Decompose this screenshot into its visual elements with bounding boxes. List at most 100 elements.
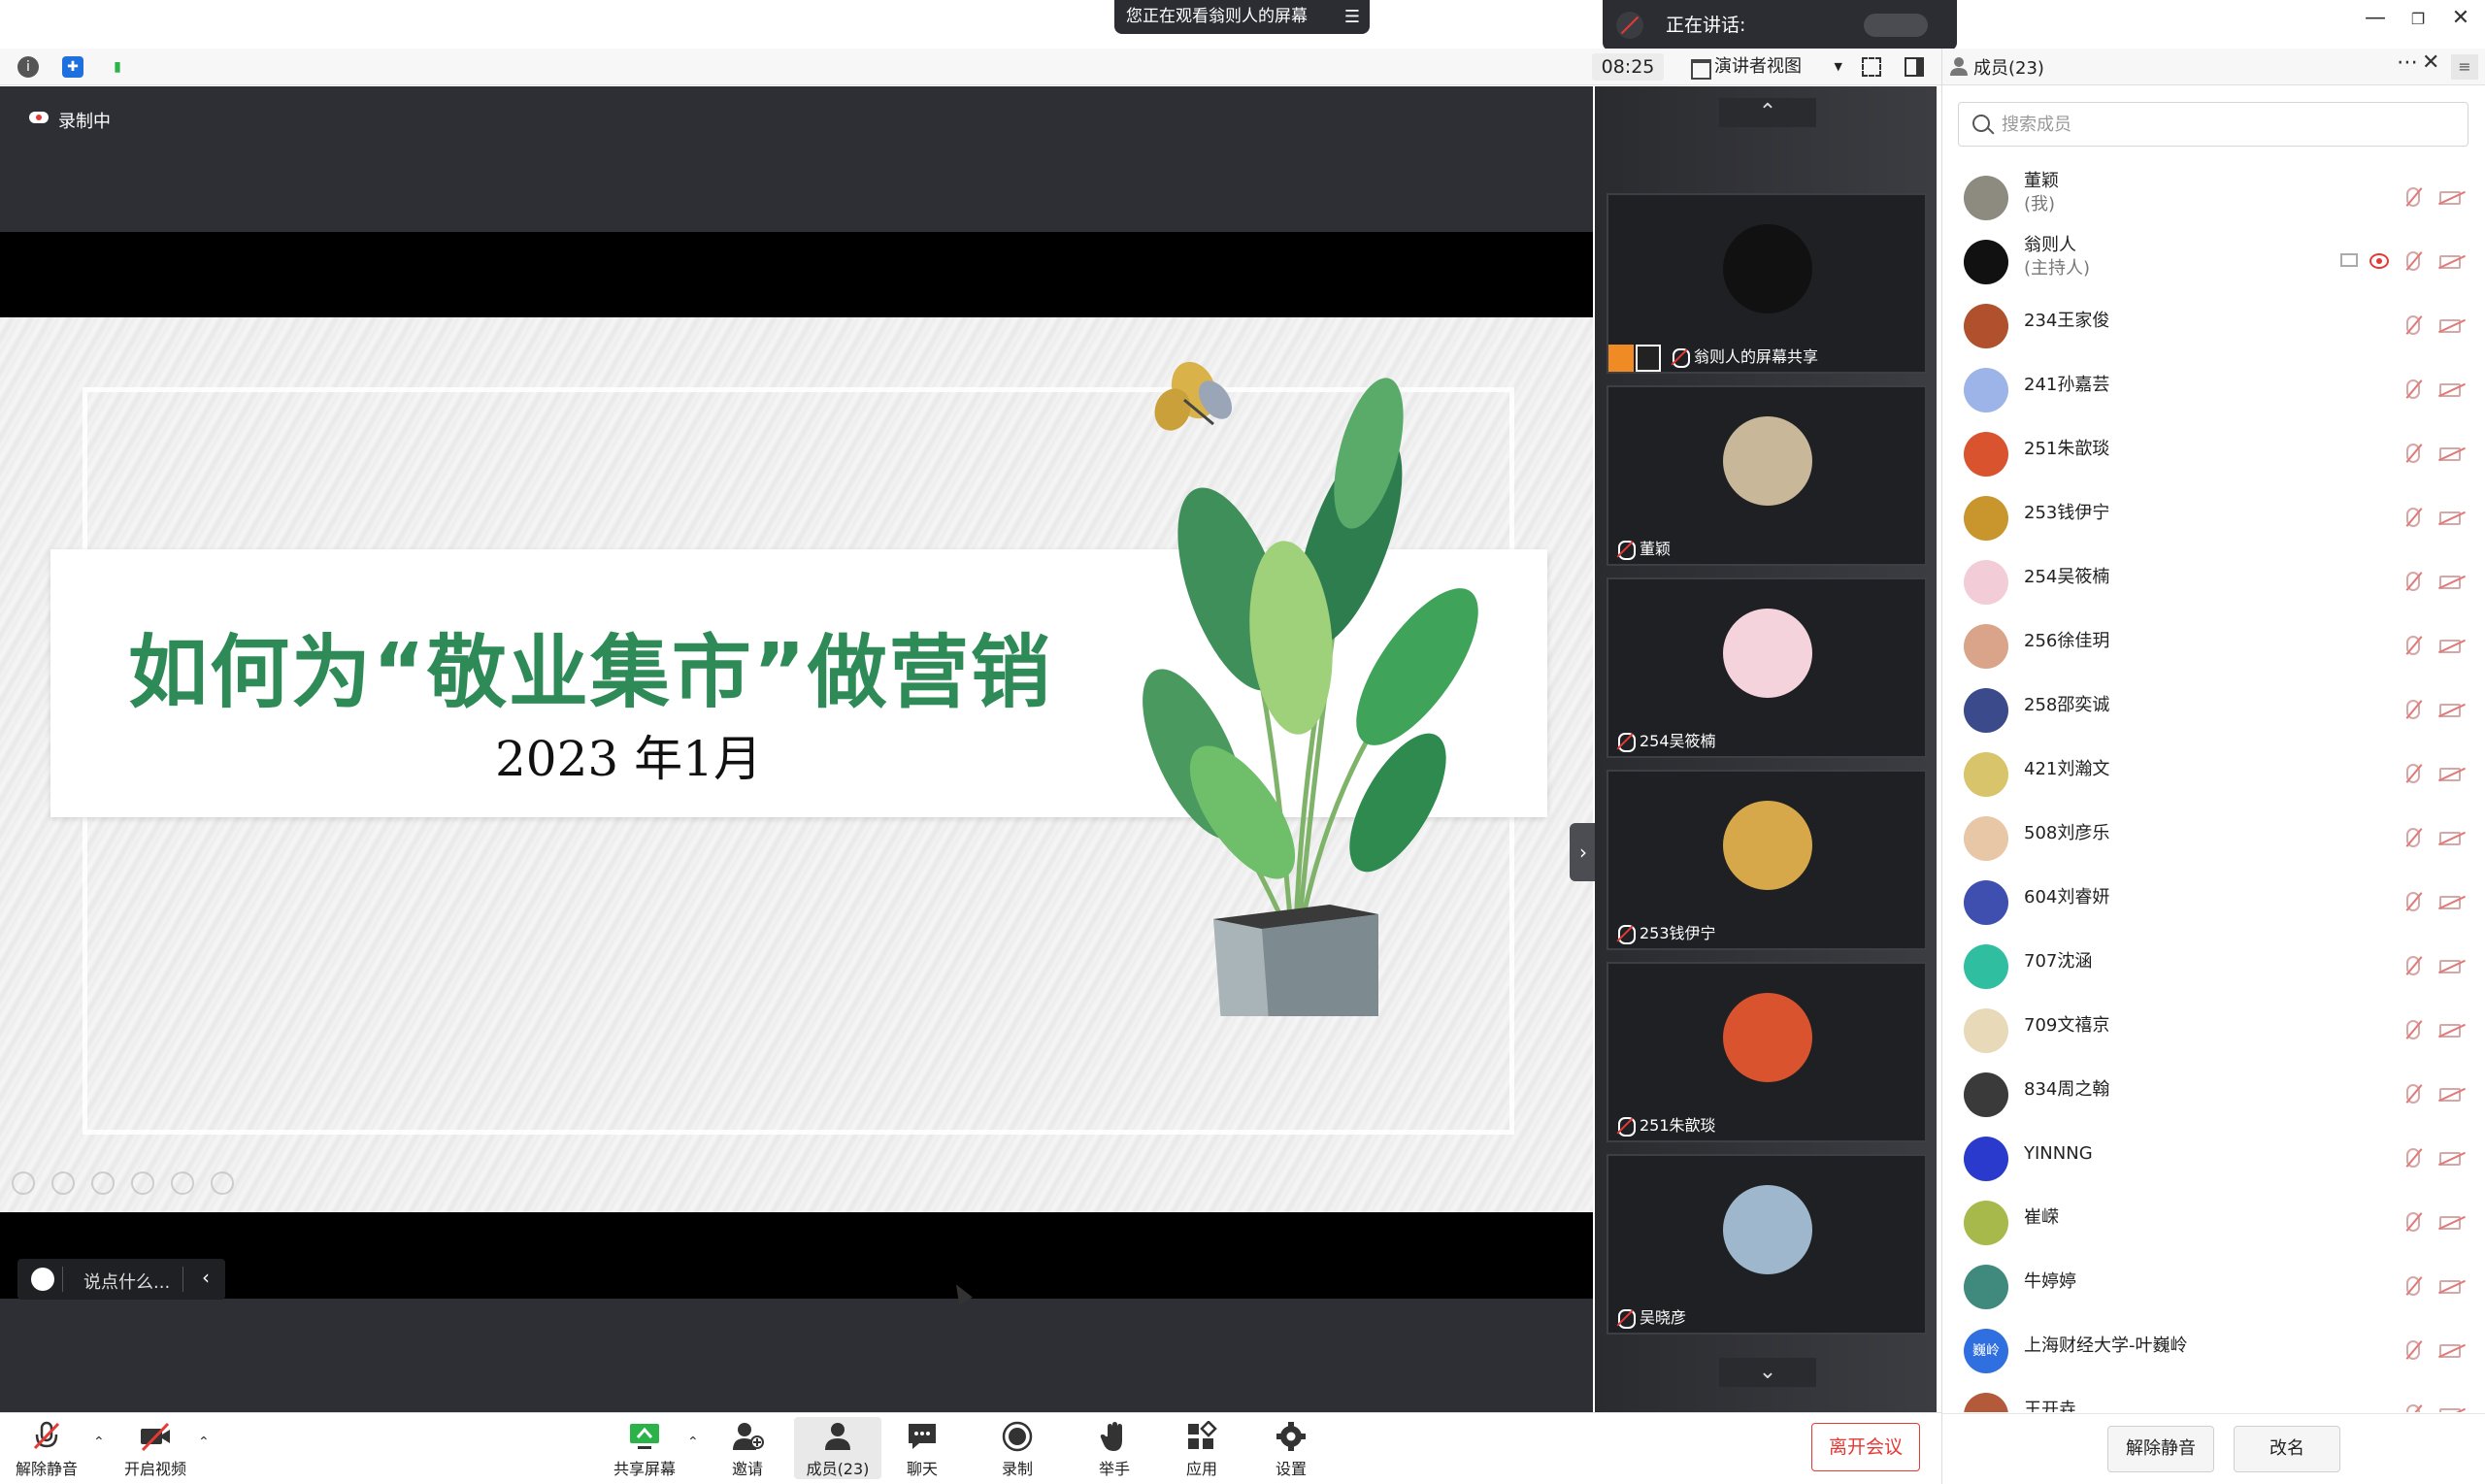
muted-mic-icon[interactable] — [2406, 444, 2420, 463]
muted-mic-icon[interactable] — [2406, 251, 2420, 271]
print-icon[interactable] — [131, 1171, 155, 1195]
zoom-icon[interactable] — [171, 1171, 195, 1195]
menu-icon[interactable]: ☰ — [1344, 0, 1360, 34]
video-tile[interactable]: 253钱伊宁 — [1607, 770, 1927, 950]
video-off-icon[interactable] — [2439, 1088, 2461, 1102]
member-row[interactable]: 709文禧京 — [1942, 993, 2485, 1057]
rename-button[interactable]: 改名 — [2234, 1426, 2340, 1472]
muted-mic-icon[interactable] — [2406, 1020, 2420, 1039]
fullscreen-icon[interactable] — [1862, 57, 1881, 77]
member-row[interactable]: 董颖 (我) — [1942, 160, 2485, 224]
share-screen-button[interactable]: 共享屏幕 — [606, 1421, 683, 1479]
leave-meeting-button[interactable]: 离开会议 — [1811, 1423, 1920, 1471]
video-off-icon[interactable] — [2439, 1152, 2461, 1166]
member-row[interactable]: 421刘瀚文 — [1942, 737, 2485, 801]
video-tile[interactable]: 254吴筱楠 — [1607, 577, 1927, 758]
muted-mic-icon[interactable] — [2406, 315, 2420, 335]
video-off-icon[interactable] — [2439, 447, 2461, 461]
muted-mic-icon[interactable] — [2406, 1212, 2420, 1232]
muted-mic-icon[interactable] — [2406, 956, 2420, 975]
member-row[interactable]: 604刘睿妍 — [1942, 865, 2485, 929]
start-video-button[interactable]: 开启视频 — [116, 1421, 194, 1479]
member-row[interactable]: 牛婷婷 — [1942, 1249, 2485, 1313]
chat-placeholder[interactable]: 说点什么... — [83, 1269, 170, 1294]
member-row[interactable]: 258邵奕诚 — [1942, 673, 2485, 737]
video-off-icon[interactable] — [2439, 383, 2461, 397]
muted-mic-icon[interactable] — [2406, 764, 2420, 783]
member-search[interactable] — [1958, 102, 2468, 147]
quick-chat-input[interactable]: 说点什么... ‹ — [17, 1259, 225, 1300]
scroll-up-button[interactable]: ⌃ — [1719, 98, 1816, 127]
muted-mic-icon[interactable] — [2406, 1276, 2420, 1296]
search-input[interactable] — [2002, 111, 2448, 138]
pen-icon[interactable] — [91, 1171, 116, 1195]
muted-mic-icon[interactable] — [2406, 508, 2420, 527]
video-off-icon[interactable] — [2439, 960, 2461, 973]
video-off-icon[interactable] — [2439, 1408, 2461, 1412]
video-off-icon[interactable] — [2439, 1280, 2461, 1294]
emoji-icon[interactable] — [31, 1268, 54, 1291]
more-icon[interactable] — [211, 1171, 235, 1195]
video-off-icon[interactable] — [2439, 896, 2461, 909]
audio-options-chevron-icon[interactable]: ⌃ — [93, 1435, 105, 1450]
close-panel-icon[interactable]: ✕ — [2422, 50, 2439, 75]
member-row[interactable]: 254吴筱楠 — [1942, 544, 2485, 609]
video-off-icon[interactable] — [2439, 704, 2461, 717]
settings-button[interactable]: 设置 — [1252, 1421, 1330, 1479]
video-off-icon[interactable] — [2439, 511, 2461, 525]
restore-icon[interactable]: ❐ — [2403, 10, 2433, 28]
member-row[interactable]: 251朱歆琰 — [1942, 416, 2485, 480]
member-row[interactable]: 巍岭 上海财经大学-叶巍岭 — [1942, 1313, 2485, 1377]
chevron-left-icon[interactable]: ‹ — [202, 1266, 210, 1289]
muted-mic-icon[interactable] — [2406, 187, 2420, 207]
muted-mic-icon[interactable] — [2406, 1148, 2420, 1168]
muted-mic-icon[interactable] — [2406, 1084, 2420, 1104]
video-off-icon[interactable] — [2439, 832, 2461, 845]
chat-button[interactable]: 聊天 — [883, 1421, 961, 1479]
muted-mic-icon[interactable] — [2406, 379, 2420, 399]
close-icon[interactable]: ✕ — [2446, 6, 2475, 30]
video-options-chevron-icon[interactable]: ⌃ — [198, 1435, 210, 1450]
member-row[interactable]: 王开垚 — [1942, 1377, 2485, 1412]
next-slide-icon[interactable] — [51, 1171, 76, 1195]
more-options-icon[interactable]: ⋯ — [2397, 50, 2418, 75]
collapse-strip-handle[interactable]: › — [1570, 823, 1597, 881]
member-row[interactable]: YINNNG — [1942, 1121, 2485, 1185]
signal-icon[interactable]: ▮ — [107, 56, 128, 78]
video-off-icon[interactable] — [2439, 319, 2461, 333]
video-tile[interactable]: 251朱歆琰 — [1607, 962, 1927, 1142]
share-options-chevron-icon[interactable]: ⌃ — [687, 1435, 699, 1450]
member-row[interactable]: 234王家俊 — [1942, 288, 2485, 352]
raise-hand-button[interactable]: 举手 — [1076, 1421, 1153, 1479]
muted-mic-icon[interactable] — [2406, 636, 2420, 655]
layout-icon[interactable] — [1905, 57, 1924, 77]
muted-mic-icon[interactable] — [2406, 700, 2420, 719]
invite-button[interactable]: 邀请 — [709, 1421, 786, 1479]
muted-mic-icon[interactable] — [2406, 572, 2420, 591]
apps-button[interactable]: 应用 — [1163, 1421, 1241, 1479]
member-row[interactable]: 翁则人 (主持人) — [1942, 224, 2485, 288]
member-row[interactable]: 241孙嘉芸 — [1942, 352, 2485, 416]
viewing-screen-banner[interactable]: 您正在观看翁则人的屏幕 ☰ — [1114, 0, 1370, 34]
video-off-icon[interactable] — [2439, 255, 2461, 269]
video-off-icon[interactable] — [2439, 1344, 2461, 1358]
scroll-down-button[interactable]: ⌄ — [1719, 1358, 1816, 1387]
panel-menu-icon[interactable]: ≡ — [2451, 54, 2478, 80]
muted-mic-icon[interactable] — [2406, 1404, 2420, 1412]
member-row[interactable]: 707沈涵 — [1942, 929, 2485, 993]
video-tile[interactable]: 吴晓彦 — [1607, 1154, 1927, 1335]
member-row[interactable]: 崔嵘 — [1942, 1185, 2485, 1249]
member-row[interactable]: 834周之翰 — [1942, 1057, 2485, 1121]
muted-mic-icon[interactable] — [2406, 892, 2420, 911]
info-icon[interactable]: i — [17, 56, 39, 78]
muted-mic-icon[interactable] — [2406, 828, 2420, 847]
view-mode-dropdown[interactable]: 演讲者视图 ▼ — [1687, 53, 1842, 81]
members-button[interactable]: 成员(23) — [794, 1417, 881, 1479]
video-off-icon[interactable] — [2439, 191, 2461, 205]
record-button[interactable]: 录制 — [978, 1421, 1056, 1479]
minimize-icon[interactable]: — — [2361, 6, 2390, 30]
video-off-icon[interactable] — [2439, 1216, 2461, 1230]
member-row[interactable]: 508刘彦乐 — [1942, 801, 2485, 865]
muted-mic-icon[interactable] — [2406, 1340, 2420, 1360]
member-row[interactable]: 253钱伊宁 — [1942, 480, 2485, 544]
